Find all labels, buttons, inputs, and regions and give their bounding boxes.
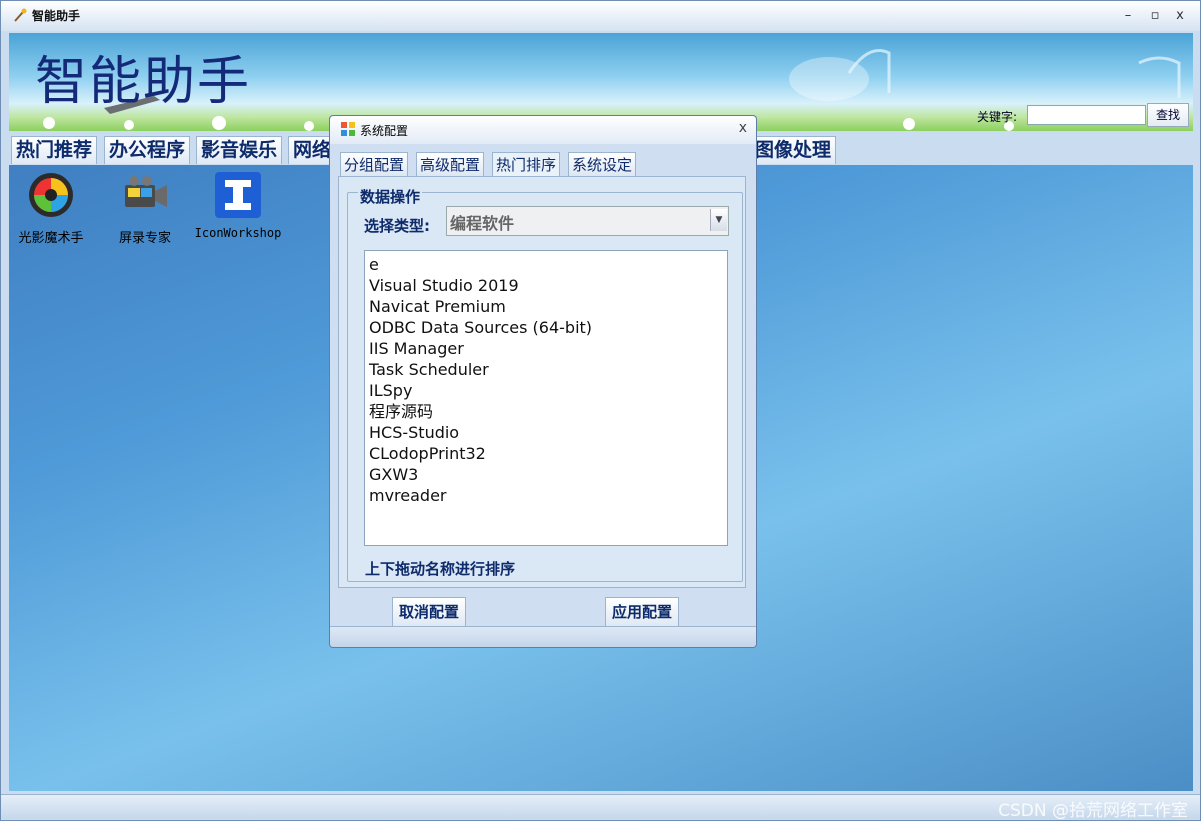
app-item-guangying[interactable]: 光影魔术手 [7,171,95,246]
list-item[interactable]: 程序源码 [365,401,727,422]
chevron-down-icon[interactable]: ▼ [710,209,727,231]
system-config-dialog: 系统配置 x 分组配置 高级配置 热门排序 系统设定 数据操作 选择类型: 编程… [329,115,757,648]
minimize-button[interactable]: – [1117,6,1139,26]
dialog-footer [330,626,756,647]
config-icon [341,122,355,136]
type-label: 选择类型: [364,217,430,235]
title-bar[interactable]: 智能助手 – ▫ x [1,1,1200,31]
app-item-screen-recorder[interactable]: 屏录专家 [101,171,189,246]
list-item[interactable]: Visual Studio 2019 [365,275,727,296]
sort-listbox[interactable]: e Visual Studio 2019 Navicat Premium ODB… [364,250,728,546]
aperture-icon [29,173,73,217]
wand-icon [14,8,27,22]
list-item[interactable]: Navicat Premium [365,296,727,317]
tab-office[interactable]: 办公程序 [104,136,191,164]
sort-hint: 上下拖动名称进行排序 [365,560,516,578]
tab-image[interactable]: 图像处理 [750,136,837,164]
list-item[interactable]: mvreader [365,485,727,506]
search-button[interactable]: 查找 [1147,103,1189,127]
app-item-label: 光影魔术手 [18,231,84,246]
type-select-value: 编程软件 [450,214,515,233]
window-title: 智能助手 [32,9,81,23]
camera-icon [125,176,167,207]
maximize-button[interactable]: ▫ [1144,6,1166,26]
close-button[interactable]: x [1169,6,1191,26]
tab-hot-sort[interactable]: 热门排序 [492,152,561,177]
tab-advanced-config[interactable]: 高级配置 [416,152,485,177]
banner-title: 智能助手 [35,52,252,112]
list-item[interactable]: ILSpy [365,380,727,401]
app-item-label: 屏录专家 [118,231,171,246]
list-item[interactable]: e [365,254,727,275]
iconworkshop-icon [215,172,261,218]
list-item[interactable]: IIS Manager [365,338,727,359]
list-item[interactable]: CLodopPrint32 [365,443,727,464]
tab-panel: 数据操作 选择类型: 编程软件 ▼ e Visual Studio 2019 N… [338,176,746,588]
tab-group-config[interactable]: 分组配置 [340,152,409,177]
list-item[interactable]: Task Scheduler [365,359,727,380]
tab-hot-recommend[interactable]: 热门推荐 [11,136,98,164]
list-item[interactable]: ODBC Data Sources (64-bit) [365,317,727,338]
data-operation-group: 数据操作 选择类型: 编程软件 ▼ e Visual Studio 2019 N… [347,186,743,582]
cancel-config-button[interactable]: 取消配置 [392,597,467,626]
keyword-input[interactable] [1027,105,1146,125]
list-item[interactable]: GXW3 [365,464,727,485]
dialog-title-bar[interactable]: 系统配置 x [330,116,756,144]
app-item-iconworkshop[interactable]: IconWorkshop [194,171,282,240]
watermark: CSDN @拾荒网络工作室 [998,801,1188,821]
tab-system-settings[interactable]: 系统设定 [568,152,637,177]
app-item-label: IconWorkshop [194,226,282,240]
group-title: 数据操作 [358,186,423,207]
dialog-title: 系统配置 [360,124,409,138]
dialog-close-button[interactable]: x [739,120,747,136]
list-item[interactable]: HCS-Studio [365,422,727,443]
apply-config-button[interactable]: 应用配置 [605,597,680,626]
keyword-label: 关键字: [977,110,1018,124]
tab-media[interactable]: 影音娱乐 [196,136,283,164]
type-select[interactable]: 编程软件 ▼ [446,206,729,236]
